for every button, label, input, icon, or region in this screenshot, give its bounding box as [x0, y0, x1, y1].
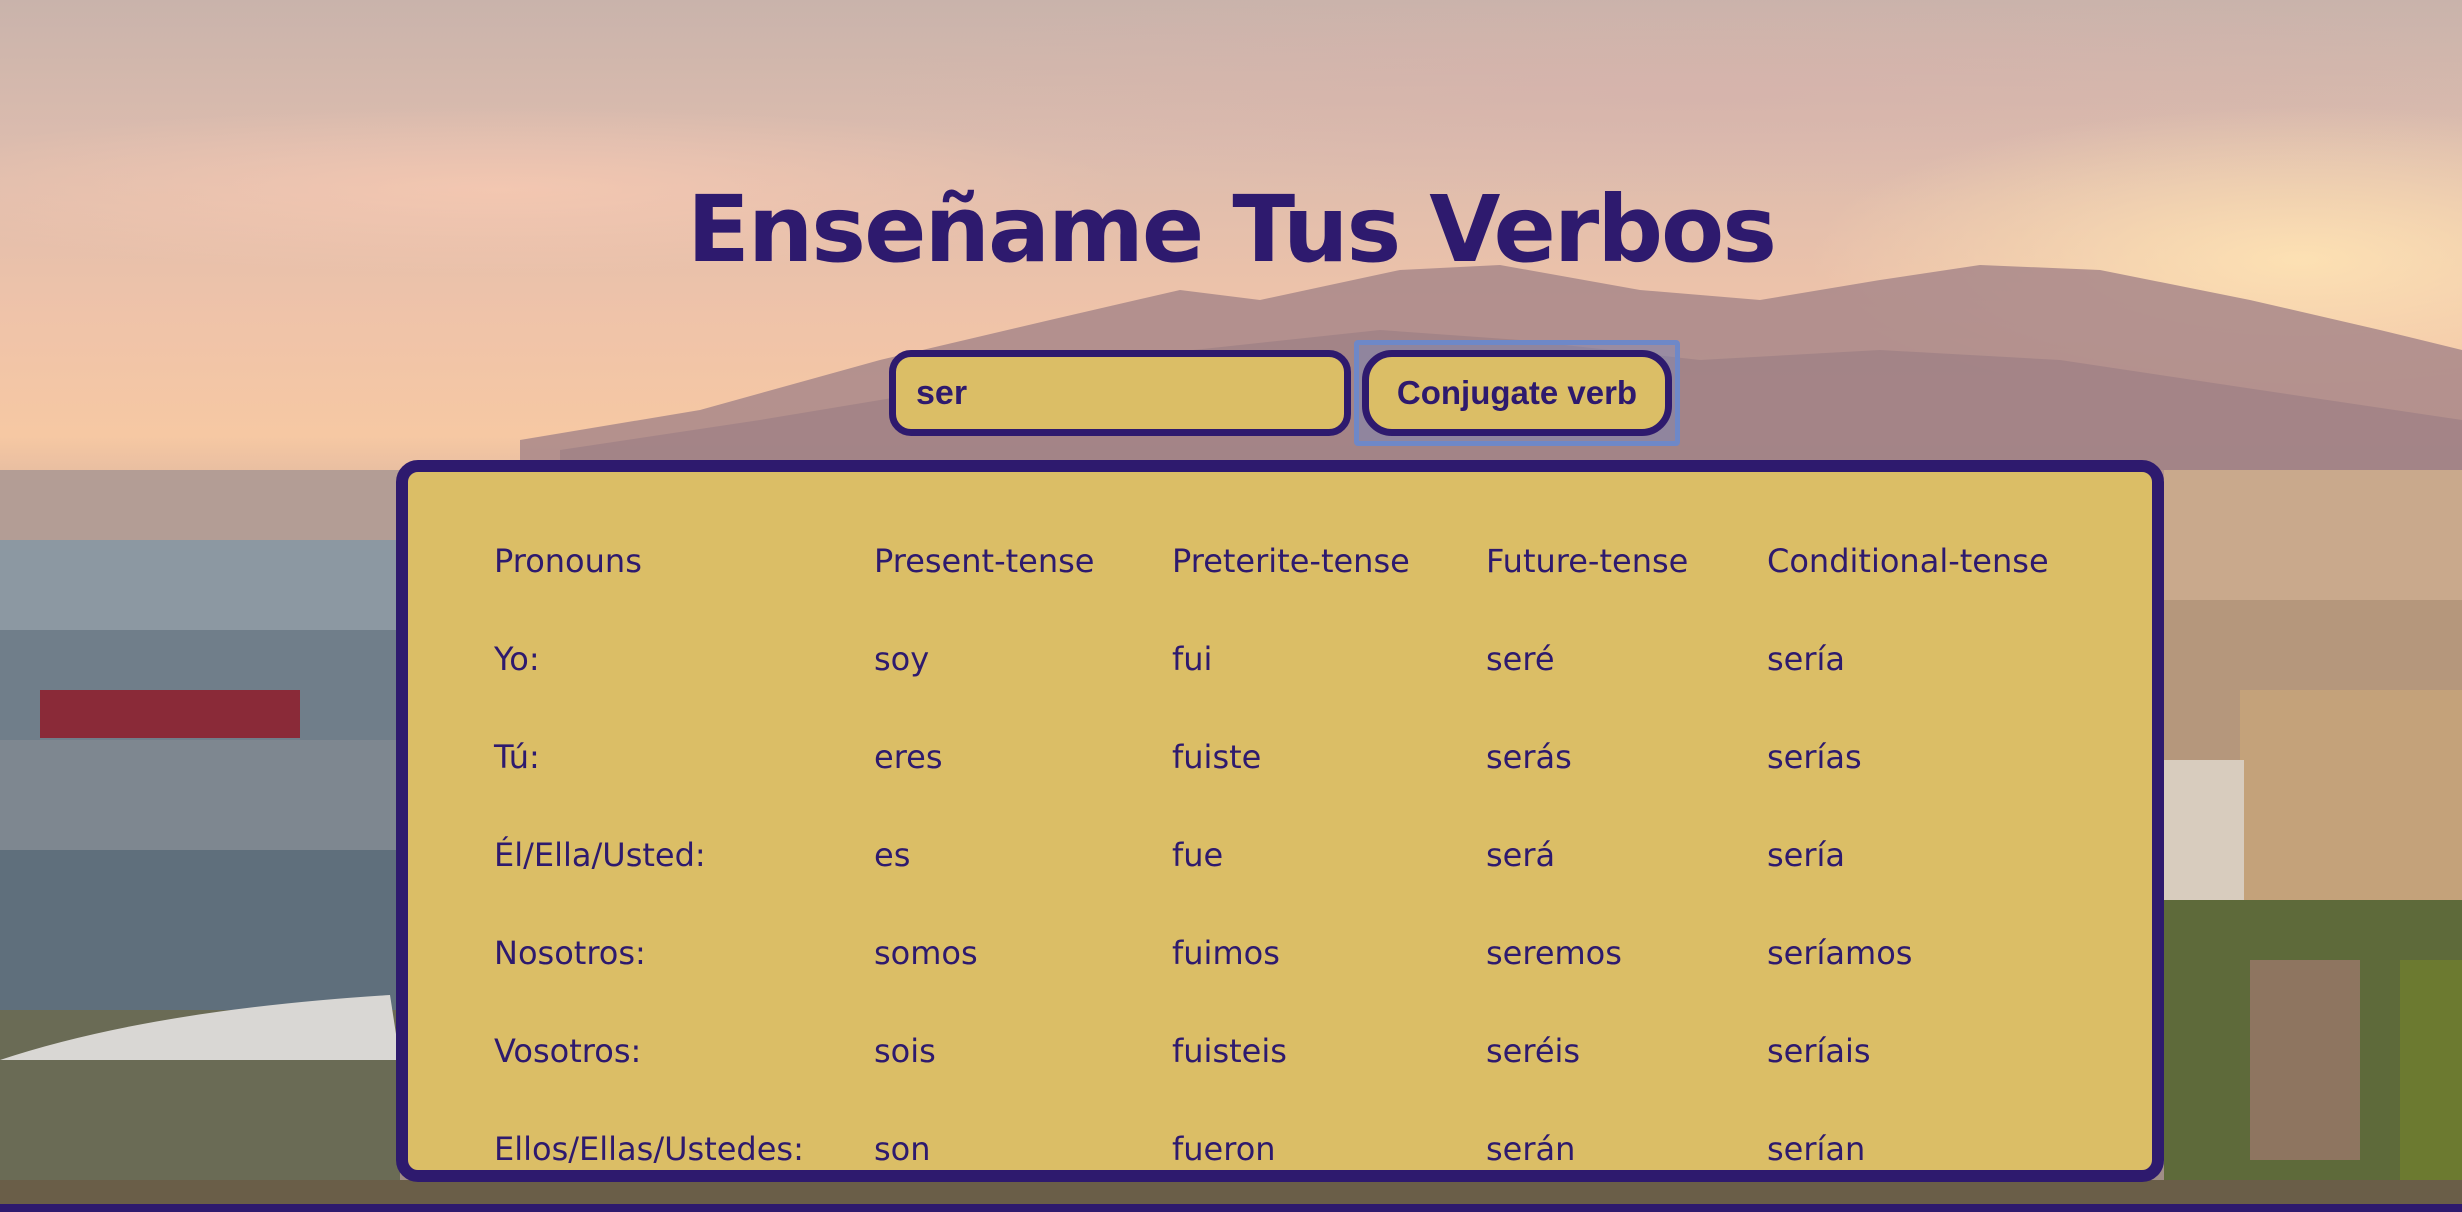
present-cell: soy — [874, 640, 930, 678]
preterite-cell: fuisteis — [1172, 1032, 1287, 1070]
table-row: Tú: eres fuiste serás serías — [494, 708, 2107, 806]
preterite-cell: fuiste — [1172, 738, 1262, 776]
header-conditional: Conditional-tense — [1767, 542, 2049, 580]
future-cell: serán — [1486, 1130, 1576, 1168]
conditional-cell: sería — [1767, 836, 1846, 874]
conditional-cell: sería — [1767, 640, 1846, 678]
pronoun-cell: Ellos/Ellas/Ustedes: — [494, 1130, 804, 1168]
preterite-cell: fue — [1172, 836, 1224, 874]
verb-input[interactable] — [889, 350, 1351, 436]
preterite-cell: fueron — [1172, 1130, 1276, 1168]
table-row: Nosotros: somos fuimos seremos seríamos — [494, 904, 2107, 1002]
bottom-border — [0, 1204, 2462, 1212]
present-cell: son — [874, 1130, 931, 1168]
present-cell: sois — [874, 1032, 936, 1070]
header-present: Present-tense — [874, 542, 1095, 580]
future-cell: seré — [1486, 640, 1555, 678]
conjugation-table: Pronouns Present-tense Preterite-tense F… — [494, 512, 2107, 1170]
header-pronouns: Pronouns — [494, 542, 642, 580]
pronoun-cell: Nosotros: — [494, 934, 646, 972]
table-header-row: Pronouns Present-tense Preterite-tense F… — [494, 512, 2107, 610]
preterite-cell: fuimos — [1172, 934, 1280, 972]
future-cell: seréis — [1486, 1032, 1581, 1070]
pronoun-cell: Tú: — [494, 738, 540, 776]
header-preterite: Preterite-tense — [1172, 542, 1410, 580]
future-cell: será — [1486, 836, 1556, 874]
conjugation-panel: Pronouns Present-tense Preterite-tense F… — [396, 460, 2164, 1182]
conditional-cell: serían — [1767, 1130, 1866, 1168]
table-row: Él/Ella/Usted: es fue será sería — [494, 806, 2107, 904]
conjugate-button[interactable]: Conjugate verb — [1362, 350, 1672, 436]
present-cell: eres — [874, 738, 943, 776]
preterite-cell: fui — [1172, 640, 1213, 678]
conditional-cell: serías — [1767, 738, 1862, 776]
future-cell: serás — [1486, 738, 1572, 776]
header-future: Future-tense — [1486, 542, 1689, 580]
future-cell: seremos — [1486, 934, 1622, 972]
present-cell: es — [874, 836, 911, 874]
table-row: Yo: soy fui seré sería — [494, 610, 2107, 708]
table-row: Vosotros: sois fuisteis seréis seríais — [494, 1002, 2107, 1100]
pronoun-cell: Él/Ella/Usted: — [494, 836, 706, 874]
pronoun-cell: Vosotros: — [494, 1032, 642, 1070]
pronoun-cell: Yo: — [494, 640, 540, 678]
page-title: Enseñame Tus Verbos — [686, 176, 1777, 283]
table-row: Ellos/Ellas/Ustedes: son fueron serán se… — [494, 1100, 2107, 1170]
conditional-cell: seríais — [1767, 1032, 1871, 1070]
conditional-cell: seríamos — [1767, 934, 1913, 972]
present-cell: somos — [874, 934, 978, 972]
